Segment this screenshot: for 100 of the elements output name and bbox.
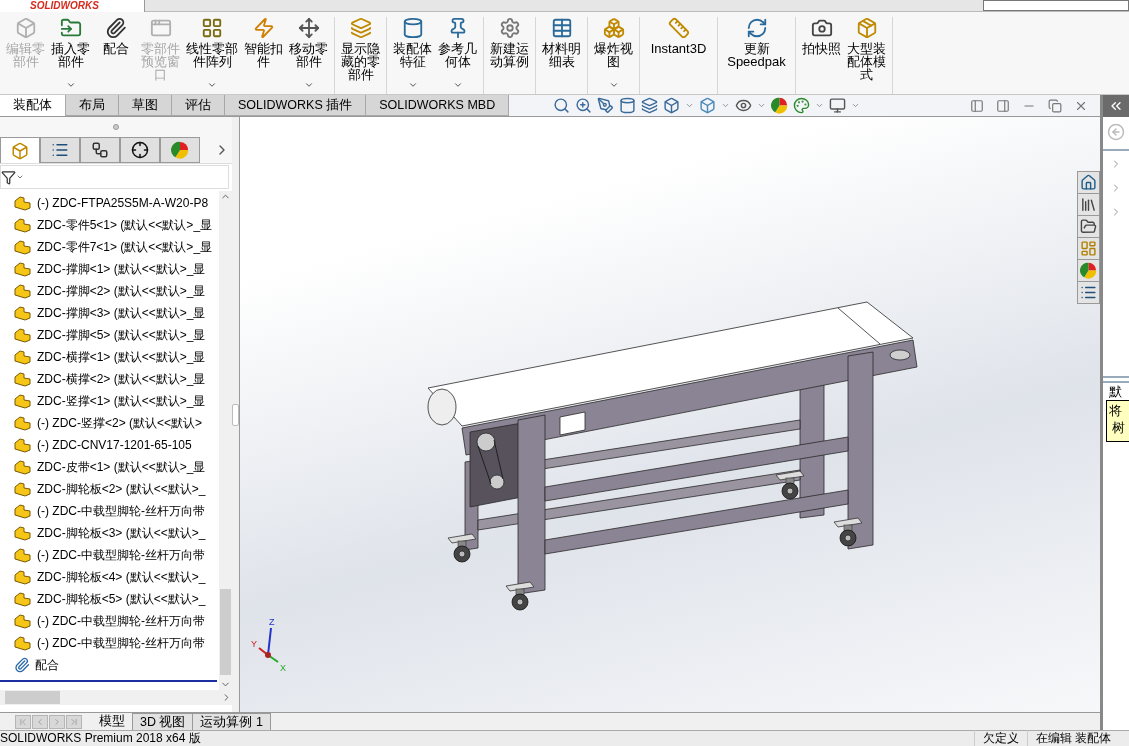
tree-item[interactable]: ZDC-脚轮板<2> (默认<<默认>_ [0,478,219,500]
list-icon[interactable] [1080,284,1097,301]
ribbon-button[interactable]: 智能扣件 [241,17,286,90]
panel-right-icon[interactable] [996,98,1010,113]
ribbon-button[interactable]: 材料明细表 [539,17,584,90]
tree-item[interactable]: (-) ZDC-中载型脚轮-丝杆万向带 [0,500,219,522]
ribbon-button[interactable]: 显示隐藏的零部件 [338,17,383,90]
command-tab[interactable]: 草图 [119,95,172,116]
grip-icon[interactable] [113,124,119,130]
palette-icon[interactable] [793,97,811,114]
tree-item[interactable]: ZDC-横撑<2> (默认<<默认>_显 [0,368,219,390]
restore-icon[interactable] [1048,98,1062,113]
tree-item[interactable]: (-) ZDC-中载型脚轮-丝杆万向带 [0,632,219,654]
part-icon [14,503,32,519]
caret-icon[interactable] [757,101,767,110]
tree-item[interactable]: (-) ZDC-中载型脚轮-丝杆万向带 [0,544,219,566]
part-icon [14,349,32,365]
part-icon [14,635,32,651]
pen-icon[interactable] [597,97,615,114]
tree-item[interactable]: ZDC-竖撑<1> (默认<<默认>_显 [0,390,219,412]
camera-icon [810,17,833,39]
tree-item[interactable]: ZDC-零件7<1> (默认<<默认>_显 [0,236,219,258]
monitor-icon[interactable] [829,97,847,114]
ribbon-button[interactable]: 爆炸视图 [591,17,636,90]
note-text: 树 [1111,420,1126,437]
layers-icon[interactable] [641,97,659,114]
part-icon [14,613,32,629]
refresh-icon [745,17,768,39]
home-icon[interactable] [1080,174,1097,191]
ribbon-button[interactable]: 新建运动算例 [487,17,532,90]
tree-item[interactable]: (-) ZDC-FTPA25S5M-A-W20-P8 [0,192,219,214]
command-tab[interactable]: SOLIDWORKS 插件 [225,95,367,116]
caret-icon[interactable] [685,101,695,110]
layout-icon[interactable] [1080,240,1097,257]
command-tab[interactable]: 布局 [66,95,119,116]
part-icon [14,371,32,387]
ribbon-button[interactable]: 参考几何体 [435,17,480,90]
tree-item[interactable]: ZDC-撑脚<5> (默认<<默认>_显 [0,324,219,346]
panel-tab[interactable] [80,137,120,163]
cylinder-icon[interactable] [619,97,637,114]
caret-icon[interactable] [721,101,731,110]
ribbon-button[interactable]: 拍快照 [799,17,844,90]
caret-icon[interactable] [815,101,825,110]
tree-item[interactable]: ZDC-横撑<1> (默认<<默认>_显 [0,346,219,368]
back-icon[interactable] [1107,123,1125,141]
tree-item[interactable]: ZDC-脚轮板<4> (默认<<默认>_ [0,566,219,588]
tree-item[interactable]: (-) ZDC-CNV17-1201-65-105 [0,434,219,456]
caret-icon[interactable] [851,101,861,110]
scrollbar-thumb[interactable] [5,691,60,704]
tree-item[interactable]: ZDC-撑脚<1> (默认<<默认>_显 [0,258,219,280]
tree-item[interactable]: ZDC-脚轮板<5> (默认<<默认>_ [0,588,219,610]
ball-icon[interactable] [1080,262,1097,279]
product-name: SOLIDWORKS Premium 2018 x64 版 [0,730,201,746]
collapse-button[interactable] [1103,95,1129,117]
part-icon [14,393,32,409]
tree-item[interactable]: ZDC-撑脚<3> (默认<<默认>_显 [0,302,219,324]
caret-icon[interactable] [16,173,24,181]
ball-icon[interactable] [771,97,789,114]
tree-item[interactable]: (-) ZDC-竖撑<2> (默认<<默认> [0,412,219,434]
zoom-in-icon[interactable] [575,97,593,114]
gear-icon [498,17,521,39]
filter-icon[interactable] [1,169,16,185]
panel-left-icon[interactable] [970,98,984,113]
command-tab[interactable]: SOLIDWORKS MBD [366,95,510,116]
lightning-icon [252,17,275,39]
command-tab[interactable]: 评估 [172,95,225,116]
ribbon-button[interactable]: 插入零部件 [48,17,93,90]
splitter-handle[interactable] [232,403,239,426]
ball-icon[interactable] [171,141,189,159]
search-icon[interactable] [553,97,571,114]
scrollbar-thumb[interactable] [220,589,231,675]
document-tab[interactable]: 运动算例 1 [193,713,271,730]
app-logo: SOLIDWORKS [0,0,145,12]
ribbon-button[interactable]: Instant3D [643,17,714,90]
eye-icon[interactable] [735,97,753,114]
cube-icon[interactable] [663,97,681,114]
ribbon-button[interactable]: 更新Speedpak [721,17,792,90]
tree-item[interactable]: ZDC-皮带<1> (默认<<默认>_显 [0,456,219,478]
part-icon [14,283,32,299]
cylinder-icon [401,17,424,39]
tree-item[interactable]: ZDC-脚轮板<3> (默认<<默认>_ [0,522,219,544]
axis-label: Y [251,639,257,649]
books-icon[interactable] [1080,196,1097,213]
ribbon-button[interactable]: 移动零部件 [286,17,331,90]
command-tab[interactable]: 装配体 [0,95,66,116]
tree-item[interactable]: (-) ZDC-中载型脚轮-丝杆万向带 [0,610,219,632]
package-icon [855,17,878,39]
cube-icon[interactable] [699,97,717,114]
move-arrows-icon [297,17,320,39]
folder-icon[interactable] [1080,218,1097,235]
ribbon-button[interactable]: 线性零部件阵列 [183,17,241,90]
search-field[interactable] [983,0,1129,11]
tree-item[interactable]: ZDC-撑脚<2> (默认<<默认>_显 [0,280,219,302]
document-tab[interactable]: 3D 视图 [133,713,194,730]
ribbon-button[interactable]: 装配体特征 [390,17,435,90]
tree-item[interactable]: 配合 [0,654,219,676]
ribbon-button[interactable]: 配合 [93,17,138,90]
tree-item[interactable]: ZDC-零件5<1> (默认<<默认>_显 [0,214,219,236]
panel-tab[interactable] [120,137,160,163]
ribbon-button[interactable]: 大型装配体模式 [844,17,889,90]
